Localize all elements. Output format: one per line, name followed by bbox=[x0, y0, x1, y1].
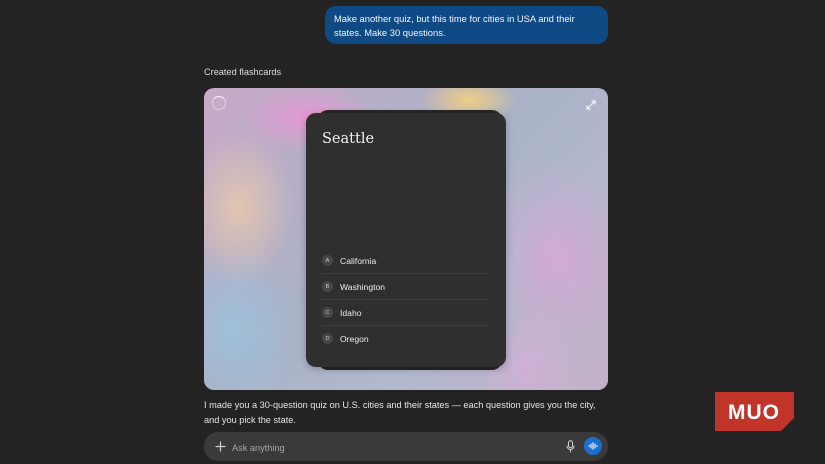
assistant-response: I made you a 30-question quiz on U.S. ci… bbox=[204, 400, 596, 425]
answer-option-a[interactable]: A California bbox=[322, 248, 489, 274]
answer-option-d[interactable]: D Oregon bbox=[322, 326, 489, 351]
voice-mode-icon bbox=[588, 442, 598, 450]
answer-option-b[interactable]: B Washington bbox=[322, 274, 489, 300]
answer-options: A California B Washington C Idaho D Oreg… bbox=[322, 248, 489, 351]
muo-logo: MUO bbox=[715, 392, 794, 431]
option-label: California bbox=[340, 255, 377, 266]
flashcard: Seattle A California B Washington C Idah… bbox=[306, 113, 506, 367]
user-message-text: Make another quiz, but this time for cit… bbox=[334, 13, 575, 38]
option-letter: A bbox=[322, 255, 333, 266]
voice-mode-button[interactable] bbox=[584, 437, 602, 455]
spinner-icon bbox=[212, 96, 226, 110]
flashcards-panel: Seattle A California B Washington C Idah… bbox=[204, 88, 608, 390]
composer bbox=[204, 432, 608, 461]
option-letter: B bbox=[322, 281, 333, 292]
ask-input[interactable] bbox=[230, 436, 554, 459]
option-letter: C bbox=[322, 307, 333, 318]
user-message-bubble: Make another quiz, but this time for cit… bbox=[325, 6, 608, 44]
expand-icon[interactable] bbox=[586, 100, 596, 110]
option-label: Washington bbox=[340, 281, 386, 292]
flashcard-question: Seattle bbox=[322, 131, 375, 147]
option-label: Idaho bbox=[340, 307, 362, 318]
option-label: Oregon bbox=[340, 333, 369, 344]
option-letter: D bbox=[322, 333, 333, 344]
microphone-icon[interactable] bbox=[566, 440, 575, 453]
answer-option-c[interactable]: C Idaho bbox=[322, 300, 489, 326]
flashcards-status: Created flashcards bbox=[204, 67, 282, 77]
plus-icon[interactable] bbox=[215, 441, 226, 452]
svg-text:MUO: MUO bbox=[728, 401, 780, 424]
